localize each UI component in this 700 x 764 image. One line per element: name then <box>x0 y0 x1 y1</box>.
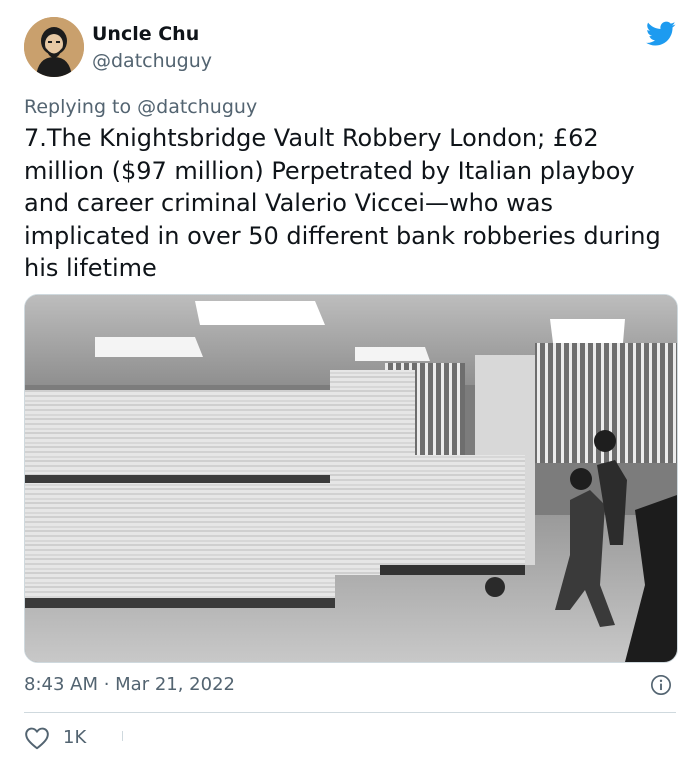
tweet-text: 7.The Knightsbridge Vault Robbery London… <box>24 124 661 282</box>
tweet-photo[interactable] <box>24 294 678 663</box>
tweet-timestamp[interactable]: 8:43 AM · Mar 21, 2022 <box>24 674 235 695</box>
author-handle[interactable]: @datchuguy <box>92 50 212 72</box>
like-count: 1K <box>63 727 87 748</box>
action-separator <box>122 731 123 741</box>
twitter-bird-icon <box>646 21 676 46</box>
author-name[interactable]: Uncle Chu <box>92 23 199 45</box>
reply-mention-link[interactable]: @datchuguy <box>137 96 257 118</box>
avatar[interactable] <box>24 17 84 77</box>
reply-context: Replying to @datchuguy <box>24 96 257 118</box>
divider <box>24 712 676 713</box>
reply-prefix: Replying to <box>24 96 138 118</box>
heart-icon[interactable] <box>24 726 50 750</box>
info-icon[interactable] <box>650 674 672 696</box>
